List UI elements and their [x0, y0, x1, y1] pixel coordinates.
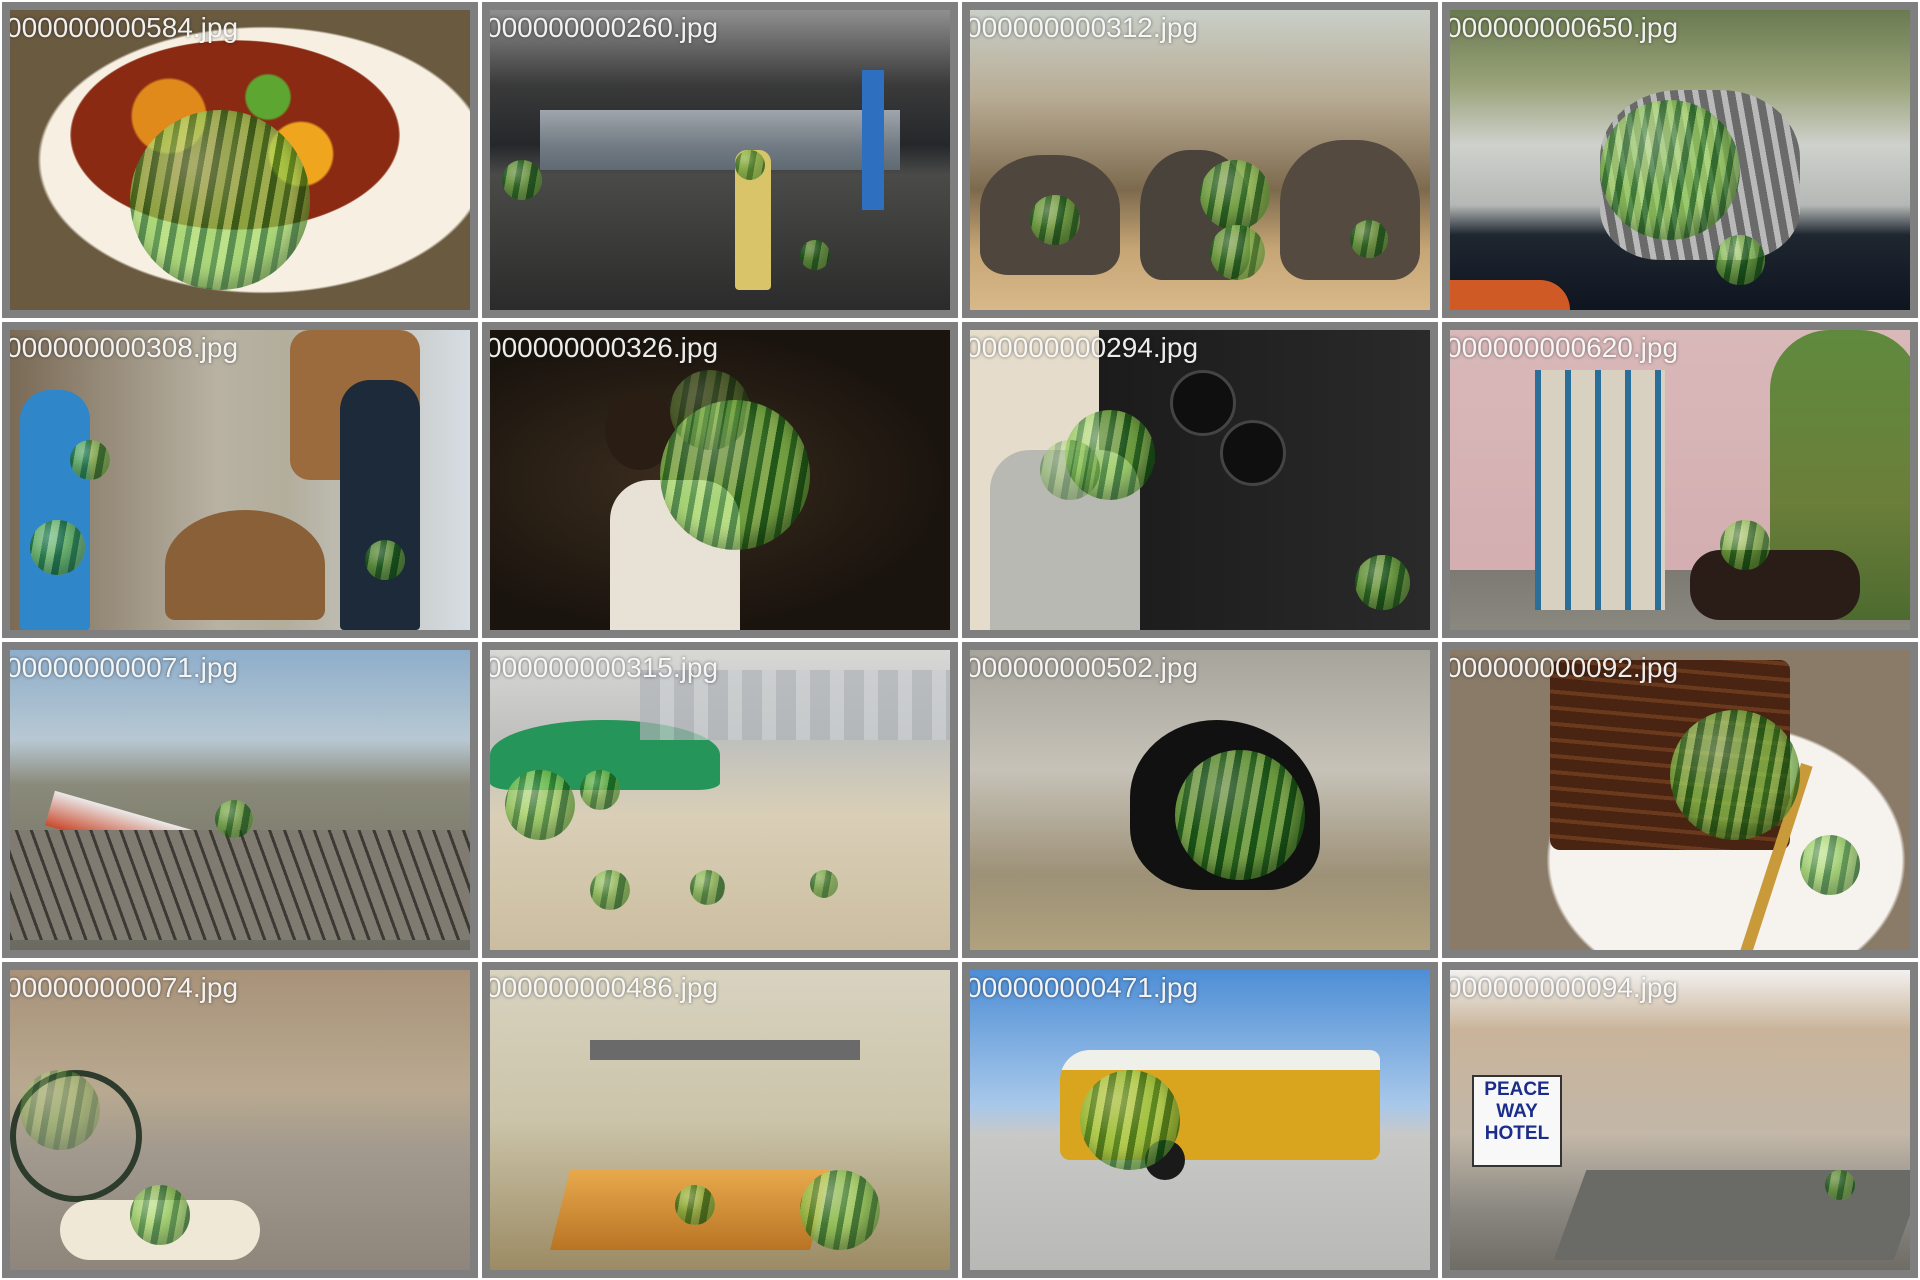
photo-airport-night — [490, 10, 950, 310]
thumbnail-cat-on-car[interactable]: 000000000650.jpg — [1442, 2, 1918, 318]
photo-hotel-street: PEACE WAY HOTEL — [1450, 970, 1910, 1270]
watermelon-overlay — [130, 110, 310, 290]
filename-label: 000000000092.jpg — [1446, 652, 1679, 683]
filename-label: 000000000094.jpg — [1446, 972, 1679, 1003]
pan — [1170, 370, 1236, 436]
filename-label: 000000000650.jpg — [1446, 12, 1679, 43]
hotel-sign: PEACE WAY HOTEL — [1472, 1075, 1562, 1167]
filename-label: 000000000326.jpg — [486, 332, 719, 363]
thumbnail-train-tracks[interactable]: 000000000071.jpg — [2, 642, 478, 958]
watermelon-overlay — [810, 870, 838, 898]
thumbnail-cake[interactable]: 000000000092.jpg — [1442, 642, 1918, 958]
thumbnail-kitchen-man[interactable]: 000000000294.jpg — [962, 322, 1438, 638]
watermelon-overlay — [1080, 1070, 1180, 1170]
watermelon-overlay — [670, 370, 750, 450]
watermelon-overlay — [675, 1185, 715, 1225]
thumbnail-man-dark-room[interactable]: 000000000326.jpg — [482, 322, 958, 638]
filename-label: 000000000071.jpg — [6, 652, 239, 683]
watermelon-overlay — [1200, 160, 1270, 230]
filename-label: 000000000584.jpg — [6, 12, 239, 43]
thumbnail-dog-street[interactable]: 000000000074.jpg — [2, 962, 478, 1278]
filename-label: 000000000308.jpg — [6, 332, 239, 363]
thumbnail-door-motorbike[interactable]: 000000000620.jpg — [1442, 322, 1918, 638]
filename-label: 000000000471.jpg — [966, 972, 1199, 1003]
thumbnail-airport-night[interactable]: 000000000260.jpg — [482, 2, 958, 318]
watermelon-overlay — [590, 870, 630, 910]
watermelon-overlay — [1030, 195, 1080, 245]
watermelon-overlay — [365, 540, 405, 580]
watermelon-overlay — [505, 770, 575, 840]
person — [20, 390, 90, 630]
tracks — [10, 830, 470, 940]
road — [1553, 1170, 1910, 1260]
watermelon-overlay — [1175, 750, 1305, 880]
watermelon-overlay — [1600, 100, 1740, 240]
watermelon-overlay — [1670, 710, 1800, 840]
thumbnail-hotel-street[interactable]: PEACE WAY HOTEL 000000000094.jpg — [1442, 962, 1918, 1278]
thumbnail-food-bowl[interactable]: 000000000584.jpg — [2, 2, 478, 318]
watermelon-overlay — [20, 1070, 100, 1150]
elephant — [1280, 140, 1420, 280]
watermelon-overlay — [800, 240, 830, 270]
watermelon-overlay — [130, 1185, 190, 1245]
photo-school-bus — [970, 970, 1430, 1270]
watermelon-overlay — [1715, 235, 1765, 285]
watermelon-overlay — [1825, 1170, 1855, 1200]
watermelon-overlay — [502, 160, 542, 200]
watermelon-overlay — [1040, 440, 1100, 500]
terminal-building — [540, 110, 900, 170]
filename-label: 000000000312.jpg — [966, 12, 1199, 43]
photo-door-motorbike — [1450, 330, 1910, 630]
watermelon-overlay — [1355, 555, 1410, 610]
filename-label: 000000000486.jpg — [486, 972, 719, 1003]
image-grid: 000000000584.jpg 000000000260.jpg 000000… — [0, 0, 1920, 1280]
watermelon-overlay — [215, 800, 253, 838]
sign-pillar — [862, 70, 884, 210]
shelf — [590, 1040, 860, 1060]
watermelon-overlay — [800, 1170, 880, 1250]
photo-wine-tasting — [10, 330, 470, 630]
watermelon-overlay — [1210, 225, 1265, 280]
car-hood-light — [1450, 280, 1570, 310]
photo-commercial-kitchen — [490, 970, 950, 1270]
person — [340, 380, 420, 630]
thumbnail-beach[interactable]: 000000000315.jpg — [482, 642, 958, 958]
pan — [1220, 420, 1286, 486]
motorbike — [1690, 550, 1860, 620]
table — [165, 510, 325, 620]
thumbnail-bear[interactable]: 000000000502.jpg — [962, 642, 1438, 958]
filename-label: 000000000074.jpg — [6, 972, 239, 1003]
thumbnail-commercial-kitchen[interactable]: 000000000486.jpg — [482, 962, 958, 1278]
door — [1535, 370, 1665, 610]
watermelon-overlay — [580, 770, 620, 810]
watermelon-overlay — [735, 150, 765, 180]
filename-label: 000000000315.jpg — [486, 652, 719, 683]
watermelon-overlay — [1800, 835, 1860, 895]
filename-label: 000000000260.jpg — [486, 12, 719, 43]
filename-label: 000000000502.jpg — [966, 652, 1199, 683]
watermelon-overlay — [30, 520, 85, 575]
thumbnail-elephants[interactable]: 000000000312.jpg — [962, 2, 1438, 318]
watermelon-overlay — [1350, 220, 1388, 258]
filename-label: 000000000294.jpg — [966, 332, 1199, 363]
watermelon-overlay — [70, 440, 110, 480]
photo-elephants — [970, 10, 1430, 310]
watermelon-overlay — [690, 870, 725, 905]
filename-label: 000000000620.jpg — [1446, 332, 1679, 363]
thumbnail-school-bus[interactable]: 000000000471.jpg — [962, 962, 1438, 1278]
thumbnail-wine-tasting[interactable]: 000000000308.jpg — [2, 322, 478, 638]
watermelon-overlay — [1720, 520, 1770, 570]
